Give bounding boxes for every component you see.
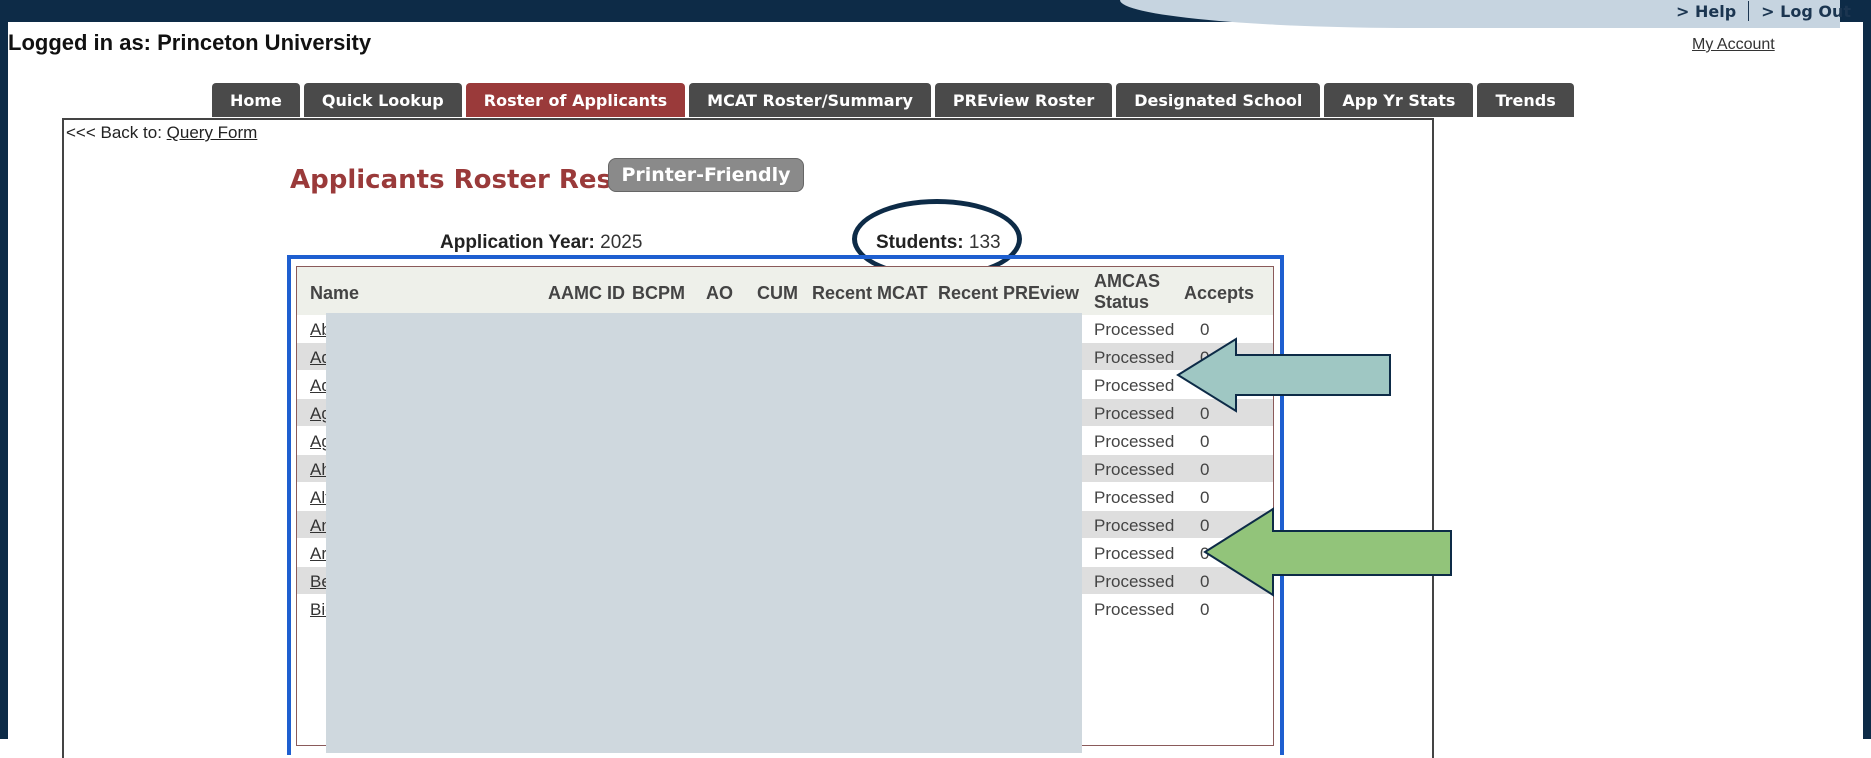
tab-preview-roster[interactable]: PREview Roster: [934, 83, 1113, 117]
my-account-link[interactable]: My Account: [1692, 36, 1775, 54]
accepts-cell: 0: [1200, 432, 1210, 451]
tab-roster-of-applicants[interactable]: Roster of Applicants: [465, 83, 686, 117]
col-header-name[interactable]: Name: [310, 283, 359, 304]
back-link-row: <<< Back to: Query Form: [66, 123, 257, 143]
col-header-bcpm[interactable]: BCPM: [632, 283, 685, 304]
amcas-status-cell: Processed: [1094, 404, 1175, 423]
back-prefix: <<< Back to:: [66, 123, 167, 142]
application-year-value: 2025: [594, 232, 643, 253]
col-header-recent-preview[interactable]: Recent PREview: [938, 283, 1079, 304]
amcas-status-cell: Processed: [1094, 600, 1175, 619]
amcas-status-cell: Processed: [1094, 488, 1175, 507]
amcas-status-cell: Processed: [1094, 320, 1175, 339]
teal-arrow-icon: [1176, 337, 1391, 413]
tab-designated-school[interactable]: Designated School: [1116, 83, 1321, 117]
application-year-label: Application Year:: [440, 232, 595, 253]
amcas-status-cell: Processed: [1094, 460, 1175, 479]
amcas-status-cell: Processed: [1094, 516, 1175, 535]
application-year: Application Year: 2025: [440, 232, 642, 254]
page-title: Applicants Roster Result:: [290, 165, 663, 195]
col-header-accepts[interactable]: Accepts: [1184, 283, 1254, 304]
col-header-recent-mcat[interactable]: Recent MCAT: [812, 283, 928, 304]
tab-trends[interactable]: Trends: [1477, 83, 1574, 117]
tab-quick-lookup[interactable]: Quick Lookup: [303, 83, 462, 117]
accepts-cell: 0: [1200, 600, 1210, 619]
col-header-amcas-status[interactable]: AMCAS Status: [1094, 271, 1164, 313]
accepts-cell: 0: [1200, 488, 1210, 507]
green-arrow-icon: [1203, 507, 1452, 597]
printer-friendly-button[interactable]: Printer-Friendly: [608, 158, 804, 192]
amcas-status-cell: Processed: [1094, 432, 1175, 451]
tab-app-yr-stats[interactable]: App Yr Stats: [1324, 83, 1474, 117]
logged-in-label: Logged in as: Princeton University: [8, 30, 372, 55]
amcas-status-cell: Processed: [1094, 572, 1175, 591]
col-header-amcas-text: AMCAS Status: [1094, 271, 1160, 312]
top-links: > Help > Log Out: [1664, 0, 1863, 22]
amcas-status-cell: Processed: [1094, 348, 1175, 367]
amcas-status-cell: Processed: [1094, 376, 1175, 395]
main-tabs: Home Quick Lookup Roster of Applicants M…: [212, 83, 1574, 117]
amcas-status-cell: Processed: [1094, 544, 1175, 563]
left-frame: [0, 0, 8, 739]
col-header-ao[interactable]: AO: [706, 283, 733, 304]
logout-link[interactable]: > Log Out: [1749, 2, 1863, 21]
col-header-cum[interactable]: CUM: [757, 283, 798, 304]
redaction-block: [326, 313, 1082, 753]
tab-mcat-roster[interactable]: MCAT Roster/Summary: [689, 83, 931, 117]
right-frame: [1863, 0, 1871, 739]
accepts-cell: 0: [1200, 460, 1210, 479]
tab-home[interactable]: Home: [212, 83, 300, 117]
help-link[interactable]: > Help: [1664, 2, 1748, 21]
col-header-aamc-id[interactable]: AAMC ID: [548, 283, 625, 304]
query-form-link[interactable]: Query Form: [167, 123, 258, 142]
